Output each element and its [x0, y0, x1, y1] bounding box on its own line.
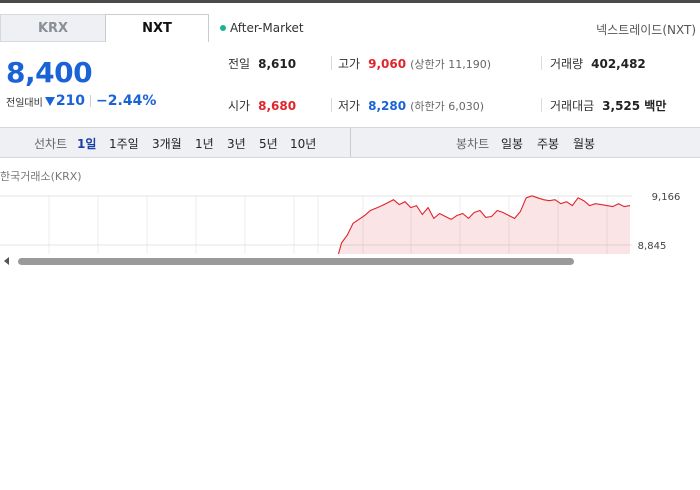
- stat-trade-value: 거래대금 3,525 백만: [550, 97, 666, 114]
- stat-divider: [331, 98, 332, 112]
- stat-value: 8,280: [368, 98, 407, 113]
- change-divider: [90, 95, 92, 107]
- horizontal-scrollbar[interactable]: [0, 254, 700, 268]
- current-price: 8,400: [6, 56, 93, 89]
- market-status-label: After-Market: [230, 21, 304, 35]
- top-border: [0, 0, 700, 3]
- stat-divider: [541, 56, 542, 70]
- candle-weekly[interactable]: 주봉: [537, 135, 559, 152]
- period-5y[interactable]: 5년: [259, 135, 278, 152]
- exchange-tabs: KRX NXT: [0, 14, 209, 42]
- stat-label: 고가: [338, 57, 361, 71]
- candle-chart-label: 봉차트: [456, 137, 490, 151]
- period-1w[interactable]: 1주일: [109, 135, 139, 152]
- stock-quote-widget: KRX NXT After-Market 넥스트레이드(NXT) 8,400 전…: [0, 0, 700, 270]
- change-label: 전일대비: [6, 97, 43, 109]
- price-chart-svg: 9,166 8,845: [0, 192, 681, 255]
- source-label: 넥스트레이드(NXT): [596, 23, 696, 37]
- stat-low: 저가 8,280 (하한가 6,030): [338, 97, 484, 114]
- period-1y[interactable]: 1년: [195, 135, 214, 152]
- stat-value: 9,060: [368, 56, 407, 71]
- stat-value: 8,610: [258, 56, 297, 71]
- period-bar-divider: [350, 128, 351, 157]
- stat-label: 저가: [338, 99, 361, 113]
- period-10y[interactable]: 10년: [290, 135, 316, 152]
- candle-daily[interactable]: 일봉: [501, 135, 523, 152]
- stat-high: 고가 9,060 (상한가 11,190): [338, 55, 491, 72]
- price-area: [330, 195, 630, 255]
- line-chart-label: 선차트: [34, 137, 68, 151]
- down-triangle-icon: [44, 96, 55, 106]
- stat-prev-close: 전일 8,610: [228, 55, 296, 72]
- market-status: After-Market: [220, 21, 304, 35]
- price-change: 전일대비 210 −2.44%: [6, 93, 156, 109]
- y-tick-label: 8,845: [638, 241, 667, 252]
- period-3y[interactable]: 3년: [227, 135, 246, 152]
- stat-divider: [331, 56, 332, 70]
- stat-volume: 거래량 402,482: [550, 55, 646, 72]
- candle-monthly[interactable]: 월봉: [573, 135, 595, 152]
- exchange-label: 한국거래소(KRX): [0, 170, 82, 183]
- change-percent: −2.44%: [96, 93, 157, 109]
- stat-open: 시가 8,680: [228, 97, 296, 114]
- period-3m[interactable]: 3개월: [152, 135, 182, 152]
- stat-value: 3,525 백만: [602, 99, 667, 113]
- stat-label: 전일: [228, 57, 251, 71]
- chart-period-bar: 선차트 1일 1주일 3개월 1년 3년 5년 10년 봉차트 일봉 주봉 월봉: [0, 127, 700, 158]
- stat-divider: [541, 98, 542, 112]
- lower-limit: (하한가 6,030): [410, 99, 484, 113]
- upper-limit: (상한가 11,190): [410, 57, 491, 71]
- change-amount: 210: [55, 93, 86, 109]
- stat-label: 거래대금: [550, 99, 595, 113]
- scroll-thumb[interactable]: [18, 258, 574, 265]
- status-dot-icon: [220, 25, 226, 31]
- period-1d[interactable]: 1일: [77, 135, 96, 152]
- stat-label: 거래량: [550, 57, 584, 71]
- stat-label: 시가: [228, 99, 251, 113]
- intraday-chart: 9,166 8,845: [0, 185, 700, 255]
- tab-nxt[interactable]: NXT: [105, 14, 209, 42]
- stat-value: 8,680: [258, 98, 297, 113]
- stat-value: 402,482: [591, 56, 646, 71]
- tab-krx[interactable]: KRX: [0, 14, 105, 42]
- y-tick-label: 9,166: [652, 192, 681, 203]
- scroll-left-icon[interactable]: [4, 257, 9, 265]
